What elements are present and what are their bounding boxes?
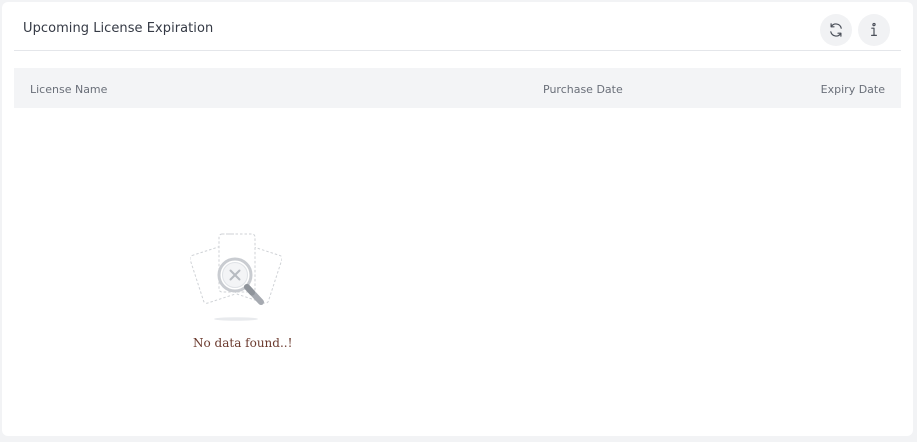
empty-state-message: No data found..! [193,336,293,350]
no-data-search-icon [190,233,282,321]
empty-state: No data found..! [182,230,292,360]
table-header-row: License Name Purchase Date Expiry Date [14,68,901,108]
license-expiration-widget: Upcoming License Expiration License Name… [2,2,913,436]
info-button[interactable] [858,14,890,46]
column-header-license-name: License Name [30,83,108,96]
column-header-expiry-date: Expiry Date [820,83,885,96]
column-header-purchase-date: Purchase Date [543,83,623,96]
refresh-icon [830,23,842,37]
refresh-button[interactable] [820,14,852,46]
widget-title: Upcoming License Expiration [23,21,214,36]
info-icon [870,22,877,36]
widget-header: Upcoming License Expiration [2,2,913,51]
header-divider [14,50,901,51]
